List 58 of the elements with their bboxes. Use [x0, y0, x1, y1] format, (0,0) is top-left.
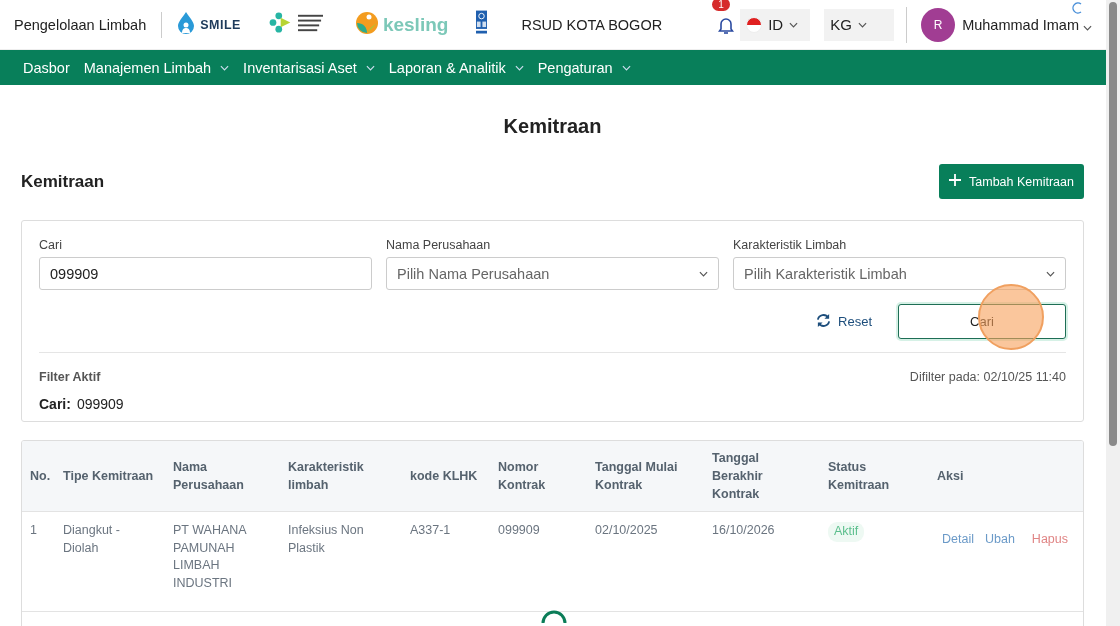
- add-partnership-button[interactable]: Tambah Kemitraan: [939, 164, 1084, 199]
- dropdown-field[interactable]: Pilih Karakteristik Limbah: [733, 257, 1066, 290]
- table-cell: 099909: [498, 523, 540, 537]
- unit-select[interactable]: KG: [824, 8, 895, 41]
- logo-text: SMILE: [200, 17, 241, 32]
- logo-text: kesling: [382, 13, 449, 36]
- table-cell: 02/10/2025: [595, 523, 658, 537]
- column-header: Nama Perusahaan: [173, 460, 244, 492]
- page-title: Kemitraan: [502, 115, 603, 138]
- detail-link[interactable]: Detail: [942, 532, 974, 546]
- chevron-down-icon: [699, 270, 708, 277]
- filter-value: 099909: [76, 396, 124, 412]
- table-cell: PT WAHANA PAMUNAH LIMBAH INDUSTRI: [173, 523, 246, 590]
- nav-menu-item[interactable]: Manajemen Limbah: [83, 59, 230, 76]
- chevron-down-icon: [1083, 24, 1092, 31]
- indonesia-flag-icon: [746, 16, 763, 33]
- user-name[interactable]: Muhammad Imam: [962, 16, 1079, 33]
- column-header: Aksi: [937, 469, 964, 483]
- filter-timestamp: Difilter pada: 02/10/25 11:40: [909, 370, 1066, 384]
- nav-menu-item[interactable]: Laporan & Analitik: [388, 59, 524, 76]
- column-header: Tanggal Mulai Kontrak: [595, 460, 678, 492]
- nav-menu-item[interactable]: Inventarisasi Aset: [243, 59, 375, 76]
- table-cell: Diangkut - Diolah: [63, 523, 120, 555]
- field-label: Karakteristik Limbah: [733, 238, 848, 252]
- chevron-down-icon: [789, 21, 799, 28]
- plus-icon: [949, 174, 962, 189]
- column-header: kode KLHK: [410, 469, 478, 483]
- status-badge: Aktif: [828, 522, 865, 542]
- field-label: Nama Perusahaan: [386, 238, 492, 252]
- app-title: Pengelolaan Limbah: [14, 16, 147, 33]
- reset-button[interactable]: Reset: [809, 311, 878, 332]
- table-cell: 16/10/2026: [712, 523, 775, 537]
- language-select[interactable]: ID: [740, 8, 811, 41]
- delete-link[interactable]: Hapus: [1031, 532, 1068, 546]
- chevron-down-icon: [857, 21, 867, 28]
- search-field[interactable]: 099909: [39, 257, 372, 290]
- column-header: Status Kemitraan: [828, 460, 890, 492]
- user-avatar[interactable]: R: [921, 7, 956, 42]
- column-header: No.: [30, 469, 51, 483]
- table-cell: A337-1: [410, 523, 451, 537]
- notification-badge: 1: [712, 0, 730, 11]
- active-filter-title: Filter Aktif: [39, 370, 101, 384]
- column-header: Nomor Kontrak: [498, 460, 546, 492]
- section-title: Kemitraan: [21, 171, 105, 192]
- scrollbar[interactable]: [1106, 0, 1120, 626]
- nav-menu-item[interactable]: Pengaturan: [537, 59, 631, 76]
- chevron-down-icon: [1046, 270, 1055, 277]
- dropdown-field[interactable]: Pilih Nama Perusahaan: [386, 257, 719, 290]
- column-header: Tanggal Berakhir Kontrak: [712, 451, 763, 501]
- filter-label: Cari:: [39, 396, 71, 412]
- column-header: Tipe Kemitraan: [63, 469, 154, 483]
- nav-menu-item[interactable]: Dasbor: [23, 59, 70, 76]
- field-label: Cari: [39, 238, 63, 252]
- column-header: Karakteristik limbah: [288, 460, 364, 492]
- edit-link[interactable]: Ubah: [984, 532, 1015, 546]
- table-cell: Infeksius Non Plastik: [288, 523, 364, 555]
- table-cell: 1: [30, 523, 37, 537]
- hospital-name: RSUD KOTA BOGOR: [521, 16, 663, 33]
